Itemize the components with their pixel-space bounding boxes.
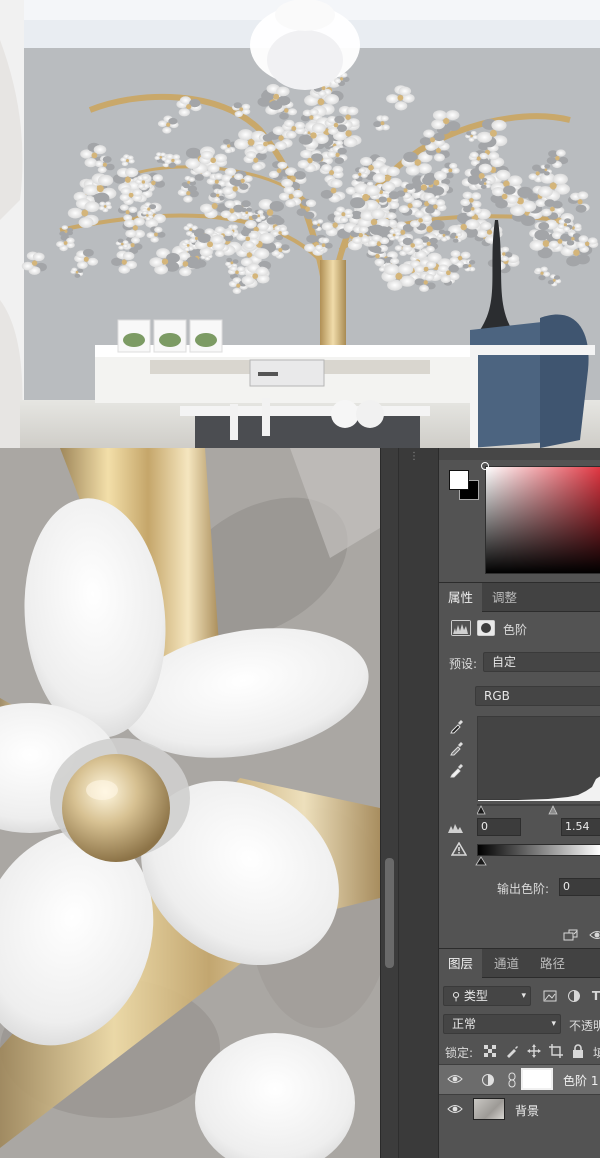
levels-icon xyxy=(451,620,471,636)
eyedropper-white-icon[interactable] xyxy=(449,762,465,778)
vertical-scrollbar[interactable] xyxy=(380,448,398,1158)
layers-tabbar: 图层 通道 路径 xyxy=(439,948,600,978)
output-levels-gradient xyxy=(477,844,600,856)
zoomed-flower-view xyxy=(0,448,380,1158)
lock-image-icon[interactable] xyxy=(505,1044,519,1058)
color-panel xyxy=(439,448,600,578)
layer-image-thumbnail[interactable] xyxy=(473,1098,505,1120)
preset-dropdown[interactable]: 自定 xyxy=(483,652,600,672)
eye-icon[interactable] xyxy=(447,1103,463,1115)
chevron-down-icon: ▾ xyxy=(551,1019,556,1029)
document-canvas[interactable] xyxy=(0,448,380,1158)
input-gray-slider xyxy=(548,805,558,815)
layer-row-levels[interactable]: 色阶 1 xyxy=(439,1064,600,1094)
tab-layers[interactable]: 图层 xyxy=(439,949,483,978)
room-scene xyxy=(0,0,600,448)
link-icon[interactable] xyxy=(507,1072,517,1088)
grip-icon[interactable]: ⋮ xyxy=(409,452,419,462)
scrollbar-thumb[interactable] xyxy=(385,858,394,968)
search-icon: ⚲ xyxy=(452,990,461,1003)
properties-footer xyxy=(439,922,600,948)
adjustment-title: 色阶 xyxy=(503,623,528,637)
input-sliders[interactable] xyxy=(477,802,600,816)
filter-pixel-icon[interactable] xyxy=(543,989,557,1003)
preset-value: 自定 xyxy=(492,655,517,669)
room-photo xyxy=(0,0,600,448)
histogram xyxy=(477,716,600,801)
fill-label: 填 xyxy=(593,1044,600,1061)
opacity-label: 不透明 xyxy=(569,1019,600,1033)
tab-properties[interactable]: 属性 xyxy=(439,583,483,612)
color-panel-header xyxy=(439,448,600,460)
color-field[interactable] xyxy=(485,466,600,574)
clip-to-layer-icon[interactable] xyxy=(563,928,581,942)
properties-tabbar: 属性 调整 xyxy=(439,582,600,612)
eyedropper-black-icon[interactable] xyxy=(449,718,465,734)
input-gamma-field[interactable]: 1.54 xyxy=(561,818,600,836)
layer-filter-dropdown[interactable]: ⚲ 类型 ▾ xyxy=(443,986,531,1006)
blend-mode-value: 正常 xyxy=(452,1017,477,1031)
input-black-slider xyxy=(477,805,486,815)
warning-icon xyxy=(451,842,467,856)
lock-position-icon[interactable] xyxy=(527,1044,541,1058)
foreground-color-swatch[interactable] xyxy=(449,470,469,490)
plant-boxes xyxy=(117,319,223,353)
lock-artboard-icon[interactable] xyxy=(549,1044,563,1058)
tab-channels[interactable]: 通道 xyxy=(485,949,528,978)
layers-body: ⚲ 类型 ▾ T 正常 ▾ 不透明 锁定: xyxy=(439,978,600,1158)
eyedropper-gray-icon[interactable] xyxy=(449,740,465,756)
output-levels-label: 输出色阶: xyxy=(497,882,550,896)
layer-name[interactable]: 背景 xyxy=(515,1102,539,1119)
panel-dock-strip: ⋮ xyxy=(398,448,438,1158)
color-field-cursor[interactable] xyxy=(481,462,489,470)
output-black-slider[interactable] xyxy=(475,856,487,866)
chevron-down-icon: ▾ xyxy=(521,991,526,1001)
visibility-icon[interactable] xyxy=(589,928,600,942)
input-black-field[interactable]: 0 xyxy=(477,818,521,836)
layer-name[interactable]: 色阶 1 xyxy=(563,1072,598,1089)
lock-all-icon[interactable] xyxy=(571,1044,585,1058)
output-black-field[interactable]: 0 xyxy=(559,878,600,896)
channel-value: RGB xyxy=(484,689,510,703)
auto-icon[interactable] xyxy=(447,820,465,834)
adjustment-layer-icon xyxy=(482,1074,494,1086)
lock-label: 锁定: xyxy=(445,1046,474,1060)
layer-mask-thumbnail[interactable] xyxy=(521,1068,553,1090)
blend-mode-dropdown[interactable]: 正常 ▾ xyxy=(443,1014,561,1034)
layer-filter-value: 类型 xyxy=(463,989,488,1003)
mask-icon[interactable] xyxy=(477,620,495,636)
histogram-graph xyxy=(478,776,600,801)
panels-column: 属性 调整 色阶 预设: 自定 RGB 0 1.54 输出色阶: 0 图层 通道… xyxy=(438,448,600,1158)
properties-body: 色阶 预设: 自定 RGB 0 1.54 输出色阶: 0 xyxy=(439,612,600,942)
preset-label: 预设: xyxy=(449,657,478,671)
lock-transparent-icon[interactable] xyxy=(483,1044,497,1058)
channel-dropdown[interactable]: RGB xyxy=(475,686,600,706)
filter-adjustment-icon[interactable] xyxy=(567,989,581,1003)
filter-type-icon[interactable]: T xyxy=(589,989,600,1003)
eye-icon[interactable] xyxy=(447,1073,463,1085)
layer-row-background[interactable]: 背景 xyxy=(439,1094,600,1124)
tab-adjustments[interactable]: 调整 xyxy=(483,583,526,612)
tab-paths[interactable]: 路径 xyxy=(531,949,574,978)
